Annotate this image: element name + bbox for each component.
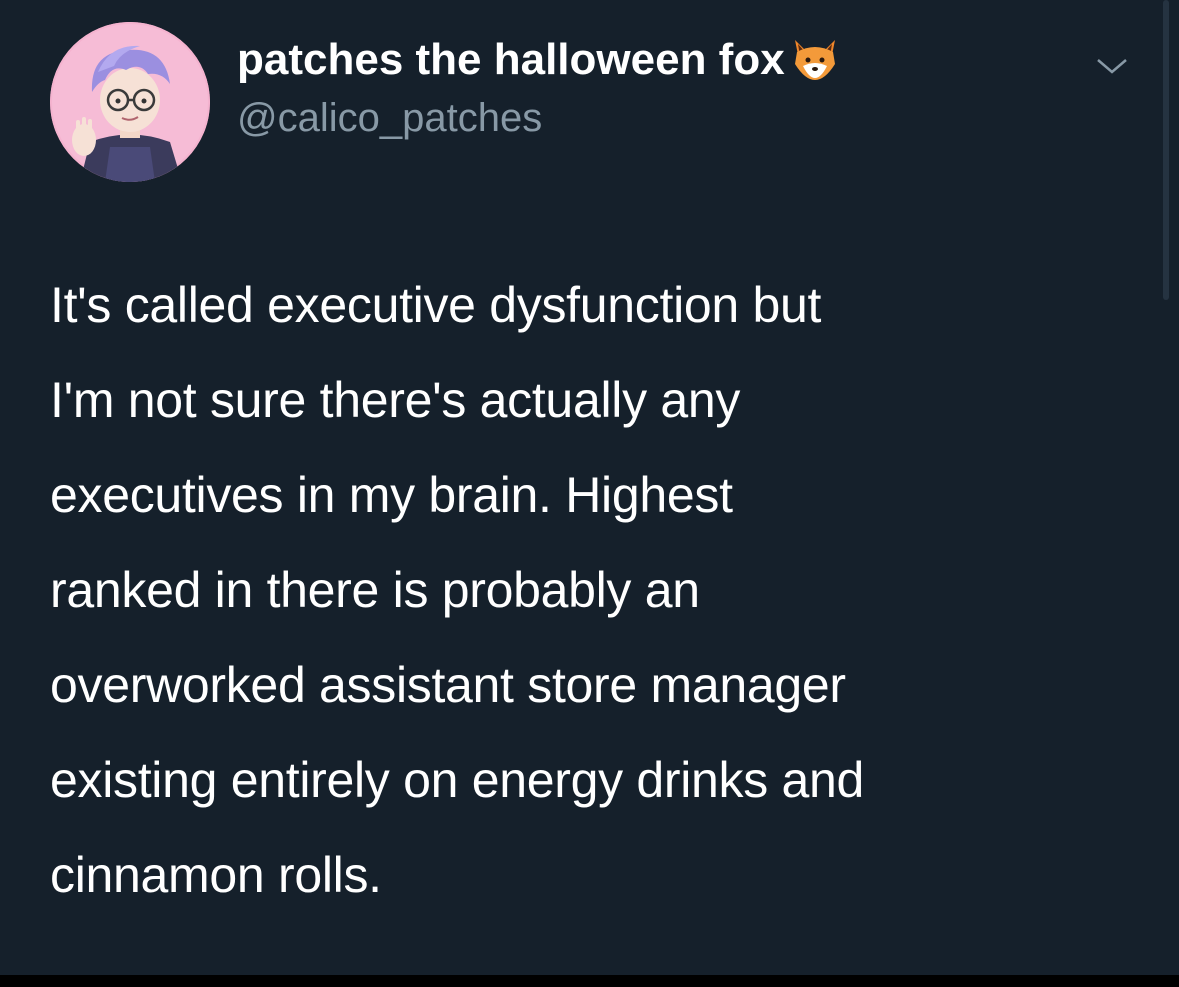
fox-face-emoji-icon — [791, 38, 839, 82]
scrollbar[interactable] — [1163, 0, 1169, 300]
chevron-down-icon[interactable] — [1092, 52, 1132, 80]
avatar-illustration — [50, 22, 210, 182]
display-name-text[interactable]: patches the halloween fox — [237, 32, 785, 88]
bottom-edge — [0, 975, 1179, 987]
tweet-text: It's called executive dysfunction but I'… — [50, 277, 865, 903]
tweet-header: patches the halloween fox @calico_patche… — [237, 32, 839, 144]
user-handle[interactable]: @calico_patches — [237, 92, 839, 144]
avatar[interactable] — [50, 22, 210, 182]
tweet-card: patches the halloween fox @calico_patche… — [0, 0, 1179, 975]
display-name[interactable]: patches the halloween fox — [237, 32, 839, 88]
